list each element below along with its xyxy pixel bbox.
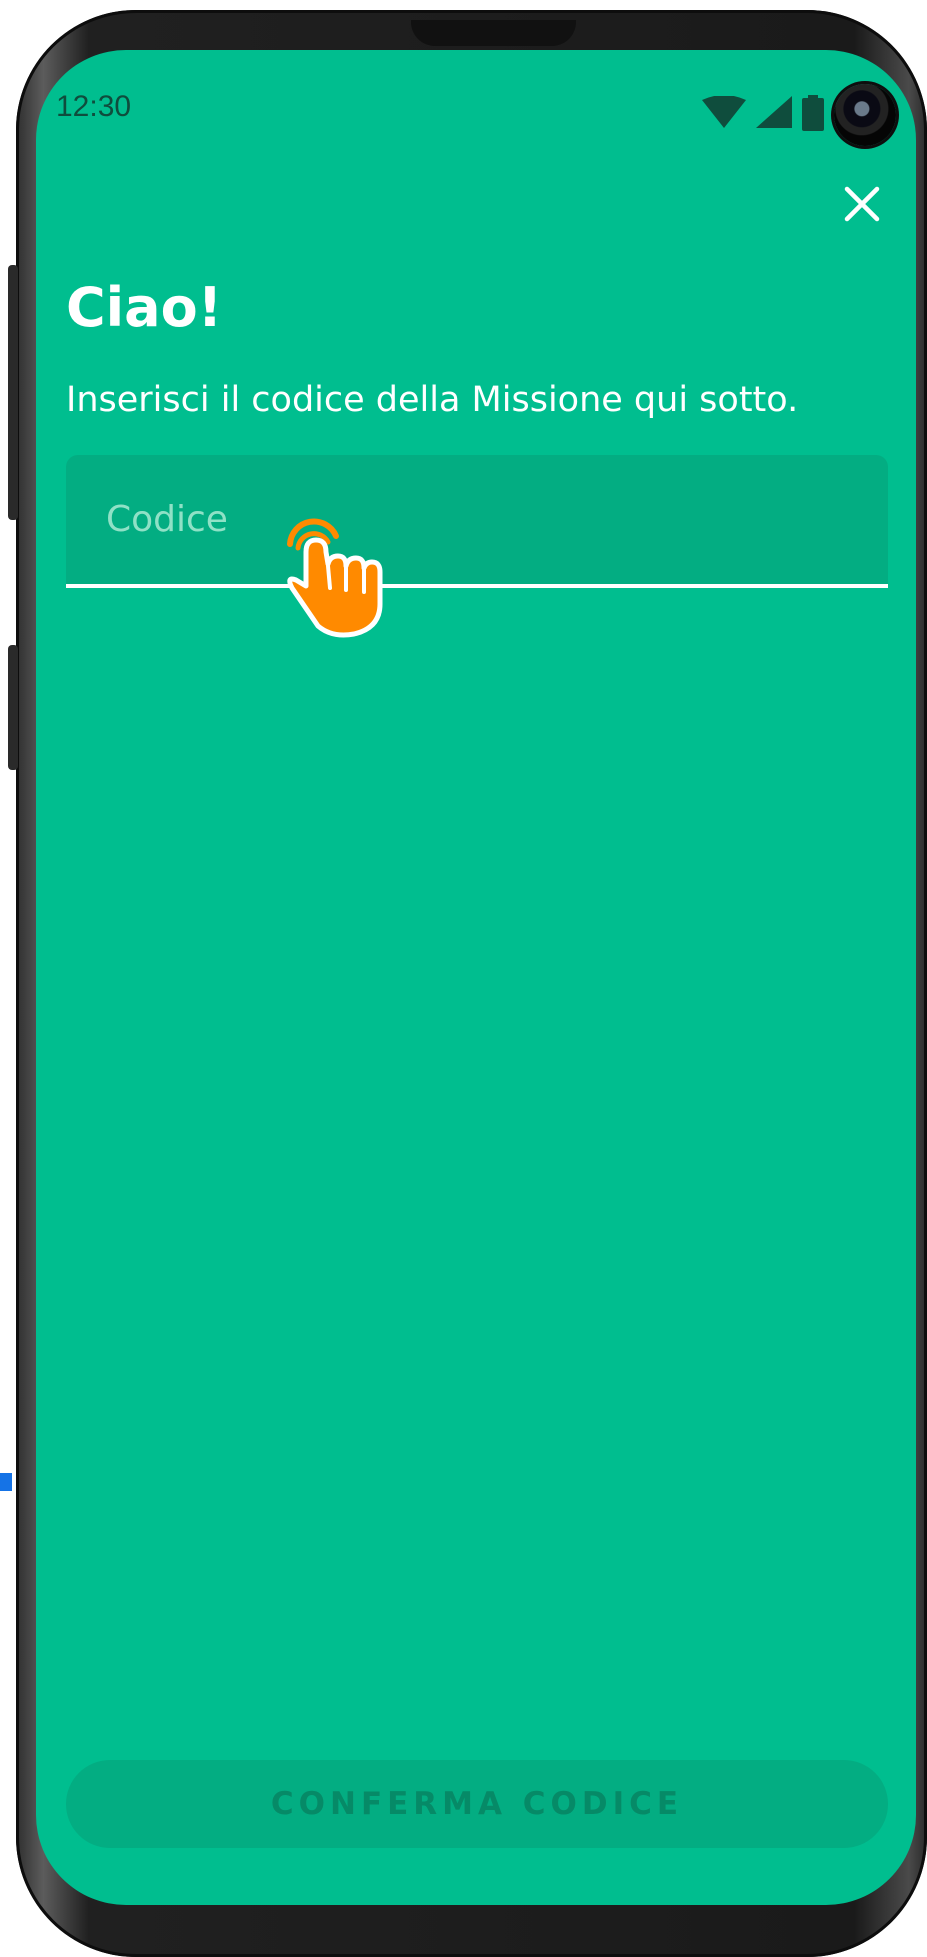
volume-button	[8, 265, 18, 520]
status-icons	[702, 84, 896, 146]
front-camera	[834, 84, 896, 146]
power-button	[8, 645, 18, 770]
close-icon	[844, 186, 880, 226]
code-input[interactable]	[66, 455, 888, 584]
close-button[interactable]	[836, 180, 888, 232]
edge-marker	[0, 1473, 12, 1491]
instruction-text: Inserisci il codice della Missione qui s…	[66, 380, 799, 420]
battery-icon	[802, 95, 824, 135]
status-time: 12:30	[56, 90, 132, 123]
app-screen: 12:30 Ciao! Inserisci il codice della Mi…	[36, 50, 916, 1905]
status-bar: 12:30	[56, 84, 896, 146]
confirm-code-button[interactable]: CONFERMA CODICE	[66, 1760, 888, 1848]
wifi-icon	[702, 95, 746, 134]
page-title: Ciao!	[66, 276, 223, 339]
code-field	[66, 455, 888, 588]
cellular-signal-icon	[756, 96, 792, 134]
speaker-notch	[411, 20, 576, 46]
